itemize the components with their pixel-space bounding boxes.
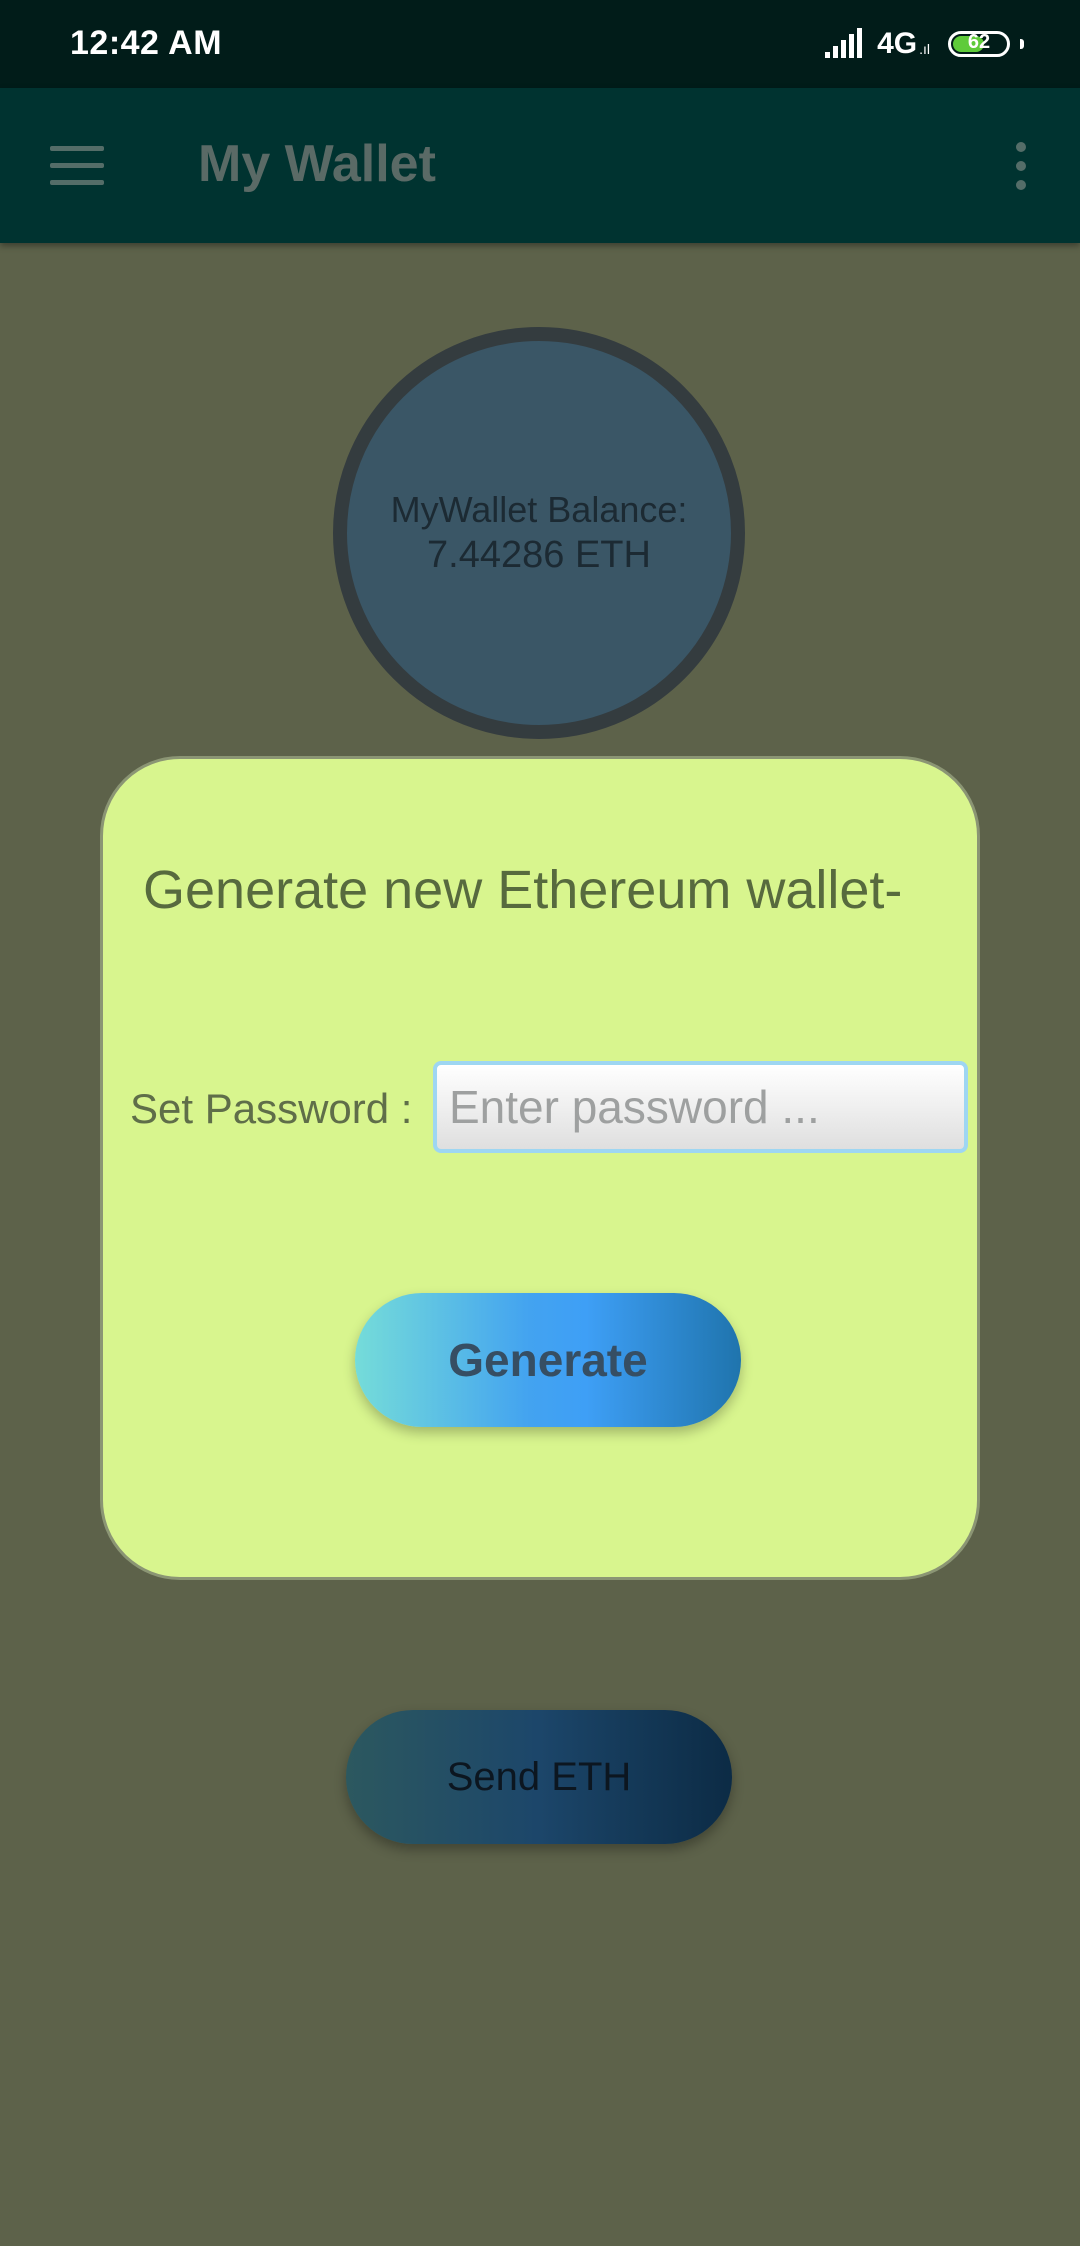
status-bar: 12:42 AM 4G .ıl 62	[0, 0, 1080, 88]
battery-tip	[1020, 39, 1024, 49]
app-bar: My Wallet	[0, 88, 1080, 243]
balance-value: 7.44286 ETH	[427, 534, 651, 576]
generate-wallet-dialog: Generate new Ethereum wallet- Set Passwo…	[100, 756, 980, 1580]
network-type: 4G	[877, 27, 918, 60]
menu-icon[interactable]	[50, 146, 104, 186]
status-time: 12:42 AM	[70, 24, 223, 62]
more-vert-icon[interactable]	[1014, 142, 1028, 190]
network-activity: .ıl	[919, 41, 930, 57]
signal-icon	[825, 28, 867, 60]
send-eth-button[interactable]: Send ETH	[346, 1710, 732, 1844]
balance-label: MyWallet Balance:	[390, 489, 688, 530]
password-input[interactable]	[433, 1061, 968, 1153]
dialog-title: Generate new Ethereum wallet-	[143, 860, 903, 920]
balance-circle: MyWallet Balance: 7.44286 ETH	[333, 327, 745, 739]
app-title: My Wallet	[198, 135, 436, 193]
battery-level: 62	[967, 31, 991, 53]
password-label: Set Password :	[130, 1085, 413, 1132]
status-icons: 4G .ıl 62	[825, 22, 1024, 66]
battery-icon: 62	[948, 31, 1010, 57]
generate-button[interactable]: Generate	[355, 1293, 741, 1427]
